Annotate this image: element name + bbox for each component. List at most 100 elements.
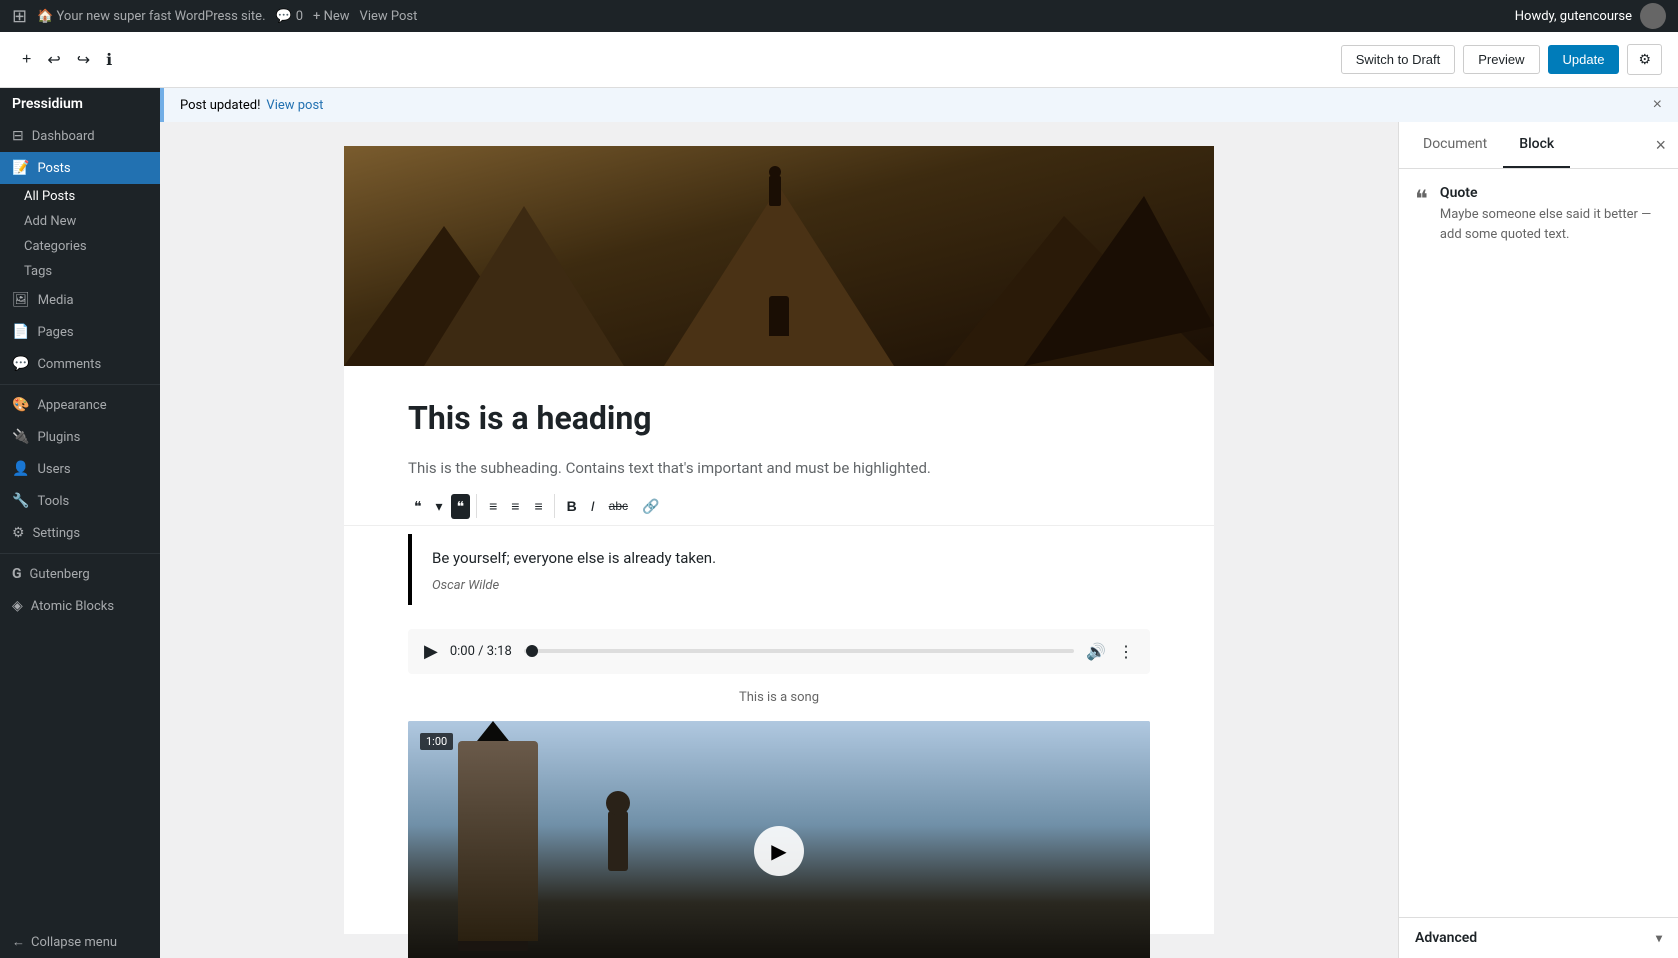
hero-image-svg — [344, 146, 1214, 366]
sidebar-item-gutenberg[interactable]: G Gutenberg — [0, 558, 160, 590]
video-play-overlay[interactable]: ▶ — [754, 826, 804, 876]
posts-icon: 📝 — [12, 160, 29, 176]
sidebar-label-atomic-blocks: Atomic Blocks — [31, 599, 114, 614]
new-button-bar[interactable]: + New — [313, 9, 350, 24]
pressidium-label: Pressidium — [12, 96, 83, 112]
sidebar-item-tags[interactable]: Tags — [12, 259, 160, 284]
sidebar-label-settings: Settings — [33, 526, 80, 541]
sidebar-item-add-new[interactable]: Add New — [12, 209, 160, 234]
bold-button[interactable]: B — [561, 494, 583, 518]
toolbar-left: + ↩ ↪ ℹ — [16, 44, 1333, 76]
toolbar-right: Switch to Draft Preview Update ⚙ — [1341, 44, 1662, 75]
audio-progress-bar[interactable] — [524, 649, 1074, 653]
advanced-section: Advanced ▾ — [1399, 917, 1678, 958]
editor-area: This is a heading This is the subheading… — [160, 122, 1398, 958]
quote-panel-icon: ❝ — [1415, 185, 1428, 213]
settings-icon: ⚙ — [12, 525, 25, 541]
sidebar-item-plugins[interactable]: 🔌 Plugins — [0, 421, 160, 453]
sidebar-label-comments: Comments — [37, 357, 101, 372]
sidebar-item-dashboard[interactable]: ⊟ Dashboard — [0, 120, 160, 152]
sidebar-label-posts: Posts — [37, 161, 70, 176]
switch-to-draft-button[interactable]: Switch to Draft — [1341, 45, 1456, 74]
audio-volume-icon[interactable]: 🔊 — [1086, 642, 1106, 661]
video-timestamp: 1:00 — [420, 733, 453, 750]
sidebar-item-pages[interactable]: 📄 Pages — [0, 316, 160, 348]
quote-panel-desc: Maybe someone else said it better — add … — [1440, 205, 1662, 244]
site-name: 🏠 Your new super fast WordPress site. — [37, 9, 265, 24]
sidebar-item-appearance[interactable]: 🎨 Appearance — [0, 389, 160, 421]
sidebar-label-plugins: Plugins — [37, 430, 80, 445]
pages-icon: 📄 — [12, 324, 29, 340]
sidebar-item-posts[interactable]: 📝 Posts — [0, 152, 160, 184]
sidebar-item-users[interactable]: 👤 Users — [0, 453, 160, 485]
quote-panel-info: Quote Maybe someone else said it better … — [1440, 185, 1662, 244]
align-center-button[interactable]: ≡ — [505, 494, 526, 518]
panel-close-button[interactable]: × — [1651, 131, 1670, 160]
sidebar-item-all-posts[interactable]: All Posts — [12, 184, 160, 209]
add-block-button[interactable]: + — [16, 45, 37, 75]
video-thumbnail: 1:00 ▶ — [408, 721, 1150, 958]
collapse-menu-button[interactable]: ← Collapse menu — [0, 926, 160, 958]
update-button[interactable]: Update — [1548, 45, 1620, 74]
settings-button[interactable]: ⚙ — [1627, 44, 1662, 75]
align-left-button[interactable]: ≡ — [483, 494, 503, 518]
sidebar-item-comments[interactable]: 💬 Comments — [0, 348, 160, 380]
active-quote-button[interactable]: ❝ — [451, 494, 471, 519]
site-icon: 🏠 — [37, 9, 53, 24]
media-icon: 🖼 — [12, 292, 30, 308]
advanced-header[interactable]: Advanced ▾ — [1399, 918, 1678, 958]
admin-bar-left: ⊞ 🏠 Your new super fast WordPress site. … — [12, 6, 1503, 27]
collapse-icon: ← — [12, 934, 25, 950]
view-post-link-bar[interactable]: View Post — [360, 9, 418, 24]
quote-block[interactable]: Be yourself; everyone else is already ta… — [408, 534, 1150, 605]
sidebar-item-tools[interactable]: 🔧 Tools — [0, 485, 160, 517]
panel-tabs: Document Block × — [1399, 122, 1678, 169]
comments-icon-bar[interactable]: 💬 0 — [276, 9, 304, 24]
tools-icon: 🔧 — [12, 493, 29, 509]
hero-image[interactable] — [344, 146, 1214, 366]
admin-avatar[interactable] — [1640, 3, 1666, 29]
collapse-label: Collapse menu — [31, 935, 117, 950]
panel-content: ❝ Quote Maybe someone else said it bette… — [1399, 169, 1678, 917]
video-block[interactable]: 1:00 ▶ — [408, 721, 1150, 958]
undo-button[interactable]: ↩ — [41, 44, 66, 76]
sidebar-label-gutenberg: Gutenberg — [30, 567, 90, 582]
tags-label: Tags — [24, 264, 52, 279]
audio-more-icon[interactable]: ⋮ — [1118, 642, 1134, 661]
sidebar-item-atomic-blocks[interactable]: ◈ Atomic Blocks — [0, 590, 160, 622]
editor-toolbar: + ↩ ↪ ℹ Switch to Draft Preview Update ⚙ — [0, 32, 1678, 88]
info-button[interactable]: ℹ — [100, 44, 118, 76]
sidebar-item-media[interactable]: 🖼 Media — [0, 284, 160, 316]
preview-button[interactable]: Preview — [1463, 45, 1539, 74]
quote-style-dropdown[interactable]: ▾ — [430, 494, 449, 519]
align-right-button[interactable]: ≡ — [528, 494, 547, 518]
quote-style-button[interactable]: ❝ — [408, 494, 428, 519]
wp-logo-icon[interactable]: ⊞ — [12, 6, 27, 27]
play-button[interactable]: ▶ — [424, 641, 438, 662]
posts-submenu: All Posts Add New Categories Tags — [0, 184, 160, 284]
sidebar-item-categories[interactable]: Categories — [12, 234, 160, 259]
quote-panel-header: ❝ Quote Maybe someone else said it bette… — [1415, 185, 1662, 244]
post-subheading[interactable]: This is the subheading. Contains text th… — [344, 448, 1214, 488]
notice-close-button[interactable]: × — [1653, 96, 1662, 114]
view-post-link[interactable]: View post — [266, 98, 323, 113]
sidebar-label-media: Media — [38, 293, 74, 308]
editor-and-panel: This is a heading This is the subheading… — [160, 122, 1678, 958]
tab-block[interactable]: Block — [1503, 122, 1570, 168]
sidebar-label-pages: Pages — [37, 325, 73, 340]
advanced-chevron-icon: ▾ — [1656, 931, 1662, 945]
sidebar-label-tools: Tools — [37, 494, 69, 509]
italic-button[interactable]: I — [585, 494, 601, 518]
sidebar-item-settings[interactable]: ⚙ Settings — [0, 517, 160, 549]
tab-document[interactable]: Document — [1407, 122, 1503, 168]
redo-button[interactable]: ↪ — [71, 44, 96, 76]
audio-player[interactable]: ▶ 0:00 / 3:18 🔊 ⋮ — [408, 629, 1150, 674]
strikethrough-button[interactable]: abc — [603, 495, 634, 517]
quote-panel-title: Quote — [1440, 185, 1662, 201]
comments-icon: 💬 — [12, 356, 29, 372]
sidebar-label-appearance: Appearance — [37, 398, 106, 413]
plugins-icon: 🔌 — [12, 429, 29, 445]
appearance-icon: 🎨 — [12, 397, 29, 413]
link-button[interactable]: 🔗 — [636, 494, 665, 519]
post-heading[interactable]: This is a heading — [344, 366, 1214, 448]
